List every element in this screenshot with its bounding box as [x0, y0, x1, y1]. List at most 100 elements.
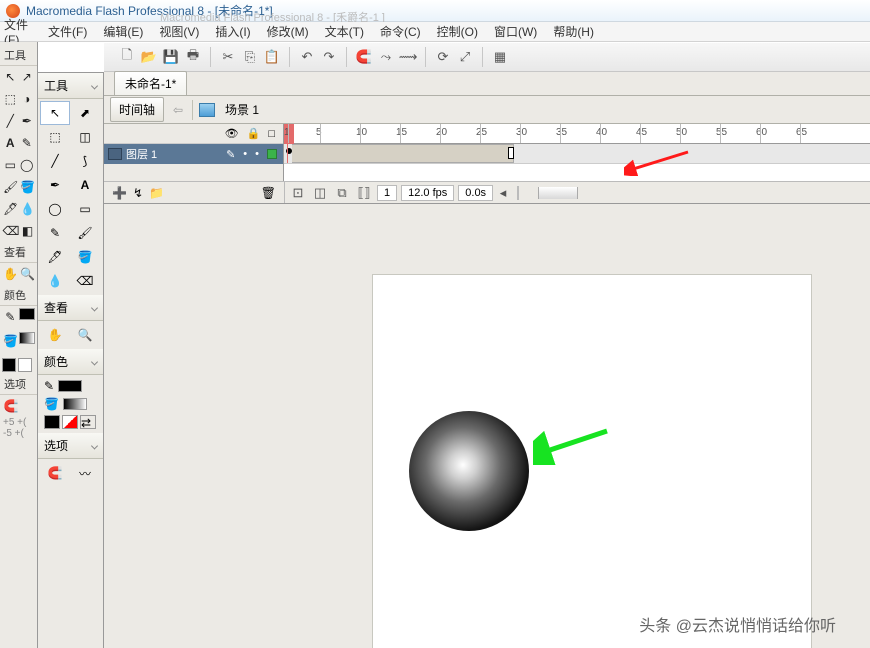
open-file-icon[interactable]: 📂	[140, 48, 158, 66]
new-file-icon[interactable]: 🗋	[118, 48, 136, 66]
save-file-icon[interactable]: 💾	[162, 48, 180, 66]
snap-magnet-option[interactable]: 🧲	[40, 461, 70, 485]
menu-control[interactable]: 控制(O)	[433, 22, 482, 41]
paste-icon[interactable]: 📋	[263, 48, 281, 66]
layer-row[interactable]: 图层 1 ✎ • •	[104, 144, 283, 164]
view-panel-header[interactable]: 查看	[38, 295, 103, 321]
ink-bottle-tool[interactable]: 🖋	[40, 245, 70, 269]
gradient-sphere-shape[interactable]	[409, 411, 529, 531]
color-panel-header[interactable]: 颜色	[38, 349, 103, 375]
swap-colors-button[interactable]: ⇄	[80, 415, 96, 429]
menu-file[interactable]: 文件(F)	[44, 22, 91, 41]
option-panel-header[interactable]: 选项	[38, 433, 103, 459]
text-tool[interactable]: A	[70, 173, 100, 197]
eye-icon[interactable]: 👁	[225, 127, 239, 140]
center-frame-icon[interactable]: ⊡	[289, 184, 307, 202]
smooth-icon[interactable]: ⤳	[377, 48, 395, 66]
menu-window[interactable]: 窗口(W)	[490, 22, 541, 41]
scrollbar-thumb[interactable]	[538, 187, 578, 199]
align-icon[interactable]: ▦	[491, 48, 509, 66]
swap-colors-icon[interactable]	[18, 358, 32, 372]
undo-icon[interactable]: ↶	[298, 48, 316, 66]
menu-edit[interactable]: 编辑(E)	[99, 22, 147, 41]
default-colors-icon[interactable]	[2, 358, 16, 372]
insert-folder-icon[interactable]: 📁	[149, 186, 164, 200]
menu-text[interactable]: 文本(T)	[321, 22, 368, 41]
document-tab[interactable]: 未命名-1*	[114, 71, 187, 95]
scale-icon[interactable]: ⤢	[456, 48, 474, 66]
text-tool-icon[interactable]: A	[3, 135, 18, 151]
layer-lock-dot[interactable]: •	[255, 148, 259, 160]
layer-name[interactable]: 图层 1	[126, 146, 157, 162]
rectangle-tool[interactable]: ▭	[70, 197, 100, 221]
paint-bucket-tool[interactable]: 🪣	[70, 245, 100, 269]
eyedropper-icon[interactable]: 💧	[20, 201, 35, 217]
ink-bottle-icon[interactable]: 🖋	[3, 201, 18, 217]
insert-layer-icon[interactable]: ➕	[112, 186, 127, 200]
print-icon[interactable]: 🖶	[184, 48, 202, 66]
straighten-icon[interactable]: ⟿	[399, 48, 417, 66]
stage-canvas[interactable]	[372, 274, 812, 648]
eyedropper-tool[interactable]: 💧	[40, 269, 70, 293]
selection-tool-icon[interactable]: ↖	[3, 69, 18, 85]
pen-tool-icon[interactable]: ✒	[20, 113, 35, 129]
no-color-button[interactable]	[62, 415, 78, 429]
edit-multiple-frames-icon[interactable]: ⟦⟧	[355, 184, 373, 202]
timeline-frames-row[interactable]	[284, 144, 870, 164]
hand-tool-icon[interactable]: ✋	[3, 266, 18, 282]
eraser2-icon[interactable]: ◧	[21, 223, 34, 239]
menu-command[interactable]: 命令(C)	[376, 22, 425, 41]
pencil-tool[interactable]: ✎	[40, 221, 70, 245]
zoom-tool[interactable]: 🔍	[70, 323, 100, 347]
outline-icon[interactable]: □	[268, 128, 275, 140]
free-transform-icon[interactable]: ⬚	[3, 91, 18, 107]
oval-tool-icon[interactable]: ◯	[20, 157, 35, 173]
scene-label[interactable]: 场景 1	[225, 101, 259, 118]
paint-bucket-icon[interactable]: 🪣	[20, 179, 35, 195]
snap-icon[interactable]: 🧲	[355, 48, 373, 66]
copy-icon[interactable]: ⎘	[241, 48, 259, 66]
stroke-color-swatch[interactable]	[58, 380, 82, 392]
layer-visible-dot[interactable]: •	[243, 148, 247, 160]
line-tool-icon[interactable]: ╱	[3, 113, 18, 129]
lasso-tool[interactable]: ⟆	[70, 149, 100, 173]
stroke-swatch[interactable]	[19, 308, 36, 320]
line-tool[interactable]: ╱	[40, 149, 70, 173]
menu-view[interactable]: 视图(V)	[155, 22, 203, 41]
rotate-icon[interactable]: ⟳	[434, 48, 452, 66]
rectangle-tool-icon[interactable]: ▭	[3, 157, 18, 173]
selection-tool[interactable]: ↖	[40, 101, 70, 125]
scroll-left-icon[interactable]: ◂	[497, 184, 509, 202]
brush-tool[interactable]: 🖌	[70, 221, 100, 245]
tool-panel-header[interactable]: 工具	[38, 73, 103, 99]
back-arrow-icon[interactable]: ⇦	[170, 102, 186, 118]
eraser-tool-icon[interactable]: ⌫	[3, 223, 19, 239]
default-colors-button[interactable]	[44, 415, 60, 429]
menu-help[interactable]: 帮助(H)	[549, 22, 598, 41]
insert-motion-guide-icon[interactable]: ↯	[133, 186, 143, 200]
zoom-tool-icon[interactable]: 🔍	[20, 266, 35, 282]
keyframe-end[interactable]	[508, 147, 514, 159]
lock-icon[interactable]: 🔒	[247, 127, 261, 140]
timeline-toggle-button[interactable]: 时间轴	[110, 97, 164, 122]
oval-tool[interactable]: ◯	[40, 197, 70, 221]
frame-scrollbar[interactable]	[517, 186, 519, 200]
subselection-tool-icon[interactable]: ↗	[20, 69, 35, 85]
lasso-tool-icon[interactable]: ◑	[20, 91, 35, 107]
hand-tool[interactable]: ✋	[40, 323, 70, 347]
magnet-icon[interactable]: 🧲	[3, 398, 19, 414]
brush-tool-icon[interactable]: 🖌	[3, 179, 18, 195]
menu-modify[interactable]: 修改(M)	[263, 22, 313, 41]
redo-icon[interactable]: ↷	[320, 48, 338, 66]
delete-layer-icon[interactable]: 🗑	[261, 186, 276, 200]
free-transform-tool[interactable]: ⬚	[40, 125, 70, 149]
frame-span[interactable]	[292, 144, 514, 163]
cut-icon[interactable]: ✂	[219, 48, 237, 66]
fill-color-swatch[interactable]	[63, 398, 87, 410]
pencil-tool-icon[interactable]: ✎	[20, 135, 35, 151]
eraser-tool[interactable]: ⌫	[70, 269, 100, 293]
gradient-transform-tool[interactable]: ◫	[70, 125, 100, 149]
layer-outline-swatch[interactable]	[267, 149, 277, 159]
smooth-option[interactable]: 〰	[70, 461, 100, 485]
subselection-tool[interactable]: ⬈	[70, 101, 100, 125]
